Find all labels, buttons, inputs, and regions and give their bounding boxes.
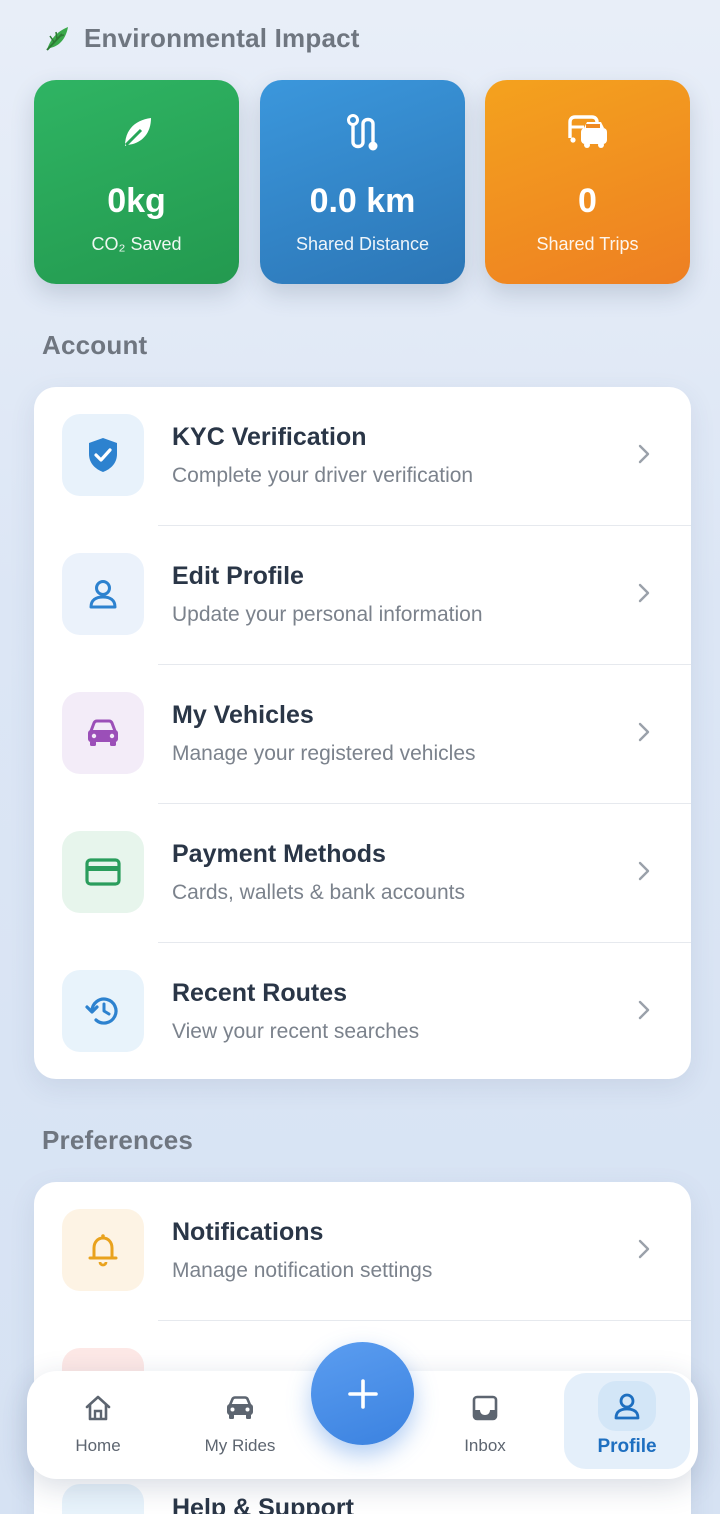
add-ride-button[interactable]: [311, 1342, 414, 1445]
item-title: Recent Routes: [172, 979, 348, 1007]
preferences-heading: Preferences: [42, 1125, 194, 1155]
section-title: Environmental Impact: [84, 22, 360, 53]
stat-label: Shared Trips: [536, 234, 639, 254]
item-title: Payment Methods: [172, 840, 386, 868]
plus-icon: [347, 1378, 378, 1409]
item-title: KYC Verification: [172, 423, 367, 451]
leaf-icon: [124, 118, 151, 147]
user-icon: [89, 580, 117, 609]
nav-label: Profile: [597, 1436, 657, 1457]
car-multiple-icon: [567, 115, 607, 148]
route-icon: [346, 114, 377, 151]
chevron-right-icon: [638, 583, 650, 603]
item-title: My Vehicles: [172, 701, 314, 729]
account-heading: Account: [42, 330, 148, 360]
stat-label: CO₂ Saved: [91, 234, 182, 254]
item-title: Notifications: [172, 1218, 324, 1246]
item-title: Help & Support: [172, 1494, 354, 1514]
stat-value: 0: [578, 182, 597, 220]
edit-profile-item[interactable]: Edit Profile Update your personal inform…: [34, 526, 691, 665]
nav-home[interactable]: Home: [57, 1371, 139, 1479]
nav-label: Inbox: [464, 1436, 506, 1455]
car-icon: [88, 719, 118, 746]
chevron-right-icon: [638, 444, 650, 464]
kyc-verification-item[interactable]: KYC Verification Complete your driver ve…: [34, 387, 691, 526]
profile-icon: [614, 1393, 640, 1420]
nav-my-rides[interactable]: My Rides: [195, 1371, 285, 1479]
chevron-right-icon: [638, 1000, 650, 1020]
shield-check-icon: [89, 438, 117, 472]
nav-label: My Rides: [204, 1436, 276, 1455]
item-subtitle: Manage your registered vehicles: [172, 742, 476, 765]
nav-label: Home: [75, 1436, 121, 1455]
payment-methods-item[interactable]: Payment Methods Cards, wallets & bank ac…: [34, 804, 691, 943]
item-subtitle: View your recent searches: [172, 1020, 420, 1043]
car-icon: [227, 1396, 253, 1419]
environmental-stats: 0kg CO₂ Saved 0.0 km Shared Distance 0 S…: [34, 80, 690, 284]
stat-label: Shared Distance: [295, 234, 430, 254]
help-icon: [62, 1484, 144, 1514]
recent-routes-item[interactable]: Recent Routes View your recent searches: [34, 943, 691, 1082]
bell-icon: [88, 1234, 118, 1267]
chevron-right-icon: [638, 722, 650, 742]
nav-inbox[interactable]: Inbox: [445, 1371, 525, 1479]
item-subtitle: Update your personal information: [172, 603, 483, 626]
chevron-right-icon: [638, 1239, 650, 1259]
co2-saved-card: 0kg CO₂ Saved: [34, 80, 239, 284]
item-subtitle: Complete your driver verification: [172, 464, 474, 487]
shared-distance-card: 0.0 km Shared Distance: [260, 80, 465, 284]
item-subtitle: Manage notification settings: [172, 1259, 433, 1282]
environmental-impact-heading: Environmental Impact: [42, 22, 360, 54]
account-menu: KYC Verification Complete your driver ve…: [34, 387, 691, 1079]
my-vehicles-item[interactable]: My Vehicles Manage your registered vehic…: [34, 665, 691, 804]
notifications-item[interactable]: Notifications Manage notification settin…: [34, 1182, 691, 1321]
chevron-right-icon: [638, 861, 650, 881]
leaf-icon: [46, 27, 68, 51]
item-title: Edit Profile: [172, 562, 304, 590]
stat-value: 0kg: [107, 182, 166, 220]
inbox-icon: [472, 1395, 498, 1421]
credit-card-icon: [85, 858, 121, 886]
nav-profile[interactable]: Profile: [564, 1373, 690, 1469]
stat-value: 0.0 km: [309, 182, 416, 220]
history-icon: [85, 997, 118, 1025]
home-icon: [85, 1395, 111, 1421]
item-subtitle: Cards, wallets & bank accounts: [172, 881, 465, 904]
shared-trips-card: 0 Shared Trips: [485, 80, 690, 284]
